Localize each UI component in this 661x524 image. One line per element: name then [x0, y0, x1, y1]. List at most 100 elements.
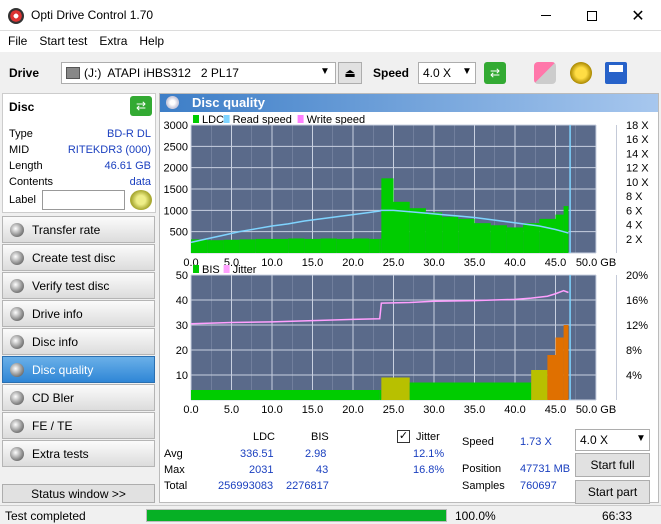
disc-label-key: Label: [9, 194, 36, 206]
x-tick-label: 20.0: [342, 257, 363, 269]
x-tick-label: 50.0 GB: [576, 257, 616, 269]
legend-swatch: [223, 115, 230, 123]
x-tick-label: 40.0: [504, 257, 525, 269]
disc-refresh-icon[interactable]: ⇄: [130, 96, 152, 116]
sidebar-item-cd-bler[interactable]: CD Bler: [2, 384, 155, 411]
disc-values: BD-R DL RITEKDR3 (000) 46.61 GB data: [68, 126, 151, 190]
x-tick-label: 15.0: [302, 404, 323, 416]
status-window-button[interactable]: Status window >>: [2, 484, 155, 503]
menu-extra[interactable]: Extra: [93, 31, 133, 51]
y-right-tick-label: 8%: [626, 345, 642, 357]
bis-bar: [379, 390, 382, 400]
settings-icon[interactable]: [570, 62, 592, 84]
y-tick-label: 2000: [164, 163, 188, 175]
drive-label: Drive: [9, 66, 40, 80]
jitter-checkbox[interactable]: ✓: [397, 430, 410, 443]
title-bar: Opti Drive Control 1.70 ✕: [0, 0, 661, 31]
save-icon[interactable]: [605, 62, 627, 84]
sidebar-item-drive-info[interactable]: Drive info: [2, 300, 155, 327]
legend-label: BIS: [202, 264, 220, 276]
legend-swatch: [193, 265, 199, 273]
speed-stat-label: Speed: [462, 436, 494, 448]
legend-label: Jitter: [233, 264, 257, 276]
minimize-button[interactable]: [523, 0, 569, 31]
refresh-speed-icon[interactable]: ⇄: [484, 62, 506, 84]
ldc-bar: [539, 218, 556, 253]
legend-label: LDC: [202, 114, 224, 126]
disc-panel: Disc ⇄ Type MID Length Contents BD-R DL …: [2, 93, 156, 213]
menu-file[interactable]: File: [0, 31, 33, 51]
sidebar-item-transfer-rate[interactable]: Transfer rate: [2, 216, 155, 243]
max-ldc: 2031: [249, 464, 274, 476]
disc-info-icon: [10, 334, 24, 349]
close-button[interactable]: ✕: [615, 0, 661, 31]
eraser-icon[interactable]: [534, 62, 556, 84]
disc-contents-value: data: [129, 176, 151, 188]
x-tick-label: 5.0: [224, 404, 239, 416]
y-right-tick-label: 6 X: [626, 205, 643, 217]
drive-select[interactable]: (J:) ATAPI iHBS312 2 PL17 ▼: [61, 62, 336, 84]
y-right-tick-label: 2 X: [626, 234, 643, 246]
y-tick-label: 10: [176, 370, 188, 382]
ldc-bar: [304, 238, 321, 253]
col-ldc: LDC: [253, 431, 276, 443]
speed-select[interactable]: 4.0 X ▼: [418, 62, 476, 84]
sidebar-item-create-test-disc[interactable]: Create test disc: [2, 244, 155, 271]
sidebar-item-disc-info[interactable]: Disc info: [2, 328, 155, 355]
ldc-bar: [353, 238, 370, 253]
progress-fill: [147, 510, 446, 521]
bis-bar: [231, 390, 272, 400]
disc-header: Disc: [9, 100, 35, 114]
bis-bar: [563, 325, 569, 400]
total-label: Total: [164, 480, 188, 492]
avg-jitter: 12.1%: [413, 448, 445, 460]
ldc-bar: [458, 218, 475, 253]
legend-swatch: [223, 265, 230, 273]
menu-help[interactable]: Help: [133, 31, 170, 51]
legend-label: Write speed: [307, 114, 366, 126]
fe-te-icon: [10, 418, 24, 433]
bis-bar: [474, 382, 515, 400]
extra-tests-icon: [10, 446, 24, 461]
y-right-tick-label: 18 X: [626, 120, 649, 132]
x-tick-label: 45.0: [545, 257, 566, 269]
disc-label-input[interactable]: [42, 190, 125, 210]
sidebar-item-fe-te[interactable]: FE / TE: [2, 412, 155, 439]
col-bis: BIS: [311, 431, 329, 443]
label-edit-icon[interactable]: [130, 190, 152, 210]
disc-mid-value: RITEKDR3 (000): [67, 144, 151, 156]
eject-button[interactable]: ⏏: [338, 62, 362, 84]
maximize-button[interactable]: [569, 0, 615, 31]
ldc-bar: [474, 223, 491, 253]
x-tick-label: 40.0: [504, 404, 525, 416]
ldc-bar: [555, 214, 564, 253]
x-tick-label: 45.0: [545, 404, 566, 416]
start-full-button[interactable]: Start full: [575, 453, 650, 477]
eject-icon: ⏏: [344, 66, 356, 80]
x-tick-label: 10.0: [261, 404, 282, 416]
max-jitter: 16.8%: [413, 464, 445, 476]
drive-icon: [66, 67, 80, 79]
progress-text: 100.0%: [455, 509, 496, 523]
avg-label: Avg: [164, 448, 183, 460]
sidebar-item-disc-quality[interactable]: Disc quality: [2, 356, 155, 383]
x-tick-label: 15.0: [302, 257, 323, 269]
y-tick-label: 3000: [164, 120, 188, 132]
sidebar-item-verify-test-disc[interactable]: Verify test disc: [2, 272, 155, 299]
y-right-tick-label: 8 X: [626, 191, 643, 203]
total-bis: 2276817: [286, 480, 329, 492]
menu-start-test[interactable]: Start test: [33, 31, 93, 51]
bis-bar: [409, 382, 434, 400]
disc-quality-icon: [10, 362, 24, 377]
ldc-bar: [336, 238, 353, 253]
ldc-bar: [207, 240, 224, 253]
x-tick-label: 30.0: [423, 257, 444, 269]
sidebar-item-extra-tests[interactable]: Extra tests: [2, 440, 155, 467]
disc-length-value: 46.61 GB: [104, 160, 151, 172]
samples-value: 760697: [520, 480, 557, 492]
test-speed-select[interactable]: 4.0 X ▼: [575, 429, 650, 451]
x-tick-label: 35.0: [464, 404, 485, 416]
start-part-button[interactable]: Start part: [575, 480, 650, 504]
ldc-bar: [223, 239, 240, 253]
menu-bar: File Start test Extra Help: [0, 31, 661, 52]
